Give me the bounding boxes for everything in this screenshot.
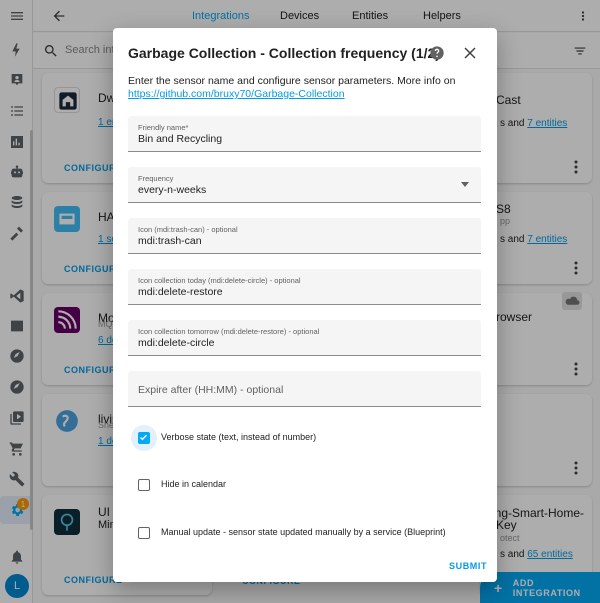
manual-update-checkbox[interactable] [138,527,150,539]
field-label: Icon collection tomorrow (mdi:delete-res… [138,327,320,336]
dropdown-arrow-icon [461,182,469,187]
field-value: mdi:delete-circle [138,337,215,349]
checkbox-label: Verbose state (text, instead of number) [161,432,317,442]
verbose-state-checkbox[interactable] [138,432,150,444]
field-label: Icon (mdi:trash-can) - optional [138,225,238,234]
field-label: Icon collection today (mdi:delete-circle… [138,276,301,285]
hide-in-calendar-row: Hide in calendar [128,473,481,495]
help-icon[interactable] [429,45,445,61]
field-value: mdi:delete-restore [138,286,223,298]
expire-after-field[interactable]: Expire after (HH:MM) - optional [128,371,481,407]
friendly-name-field[interactable]: Friendly name* Bin and Recycling [128,116,481,152]
verbose-state-row: Verbose state (text, instead of number) [128,425,481,451]
docs-link[interactable]: https://github.com/bruxy70/Garbage-Colle… [128,88,345,100]
frequency-select[interactable]: Frequency every-n-weeks [128,167,481,203]
close-icon[interactable] [464,47,476,59]
checkbox-label: Hide in calendar [161,479,227,489]
checkbox-label: Manual update - sensor state updated man… [161,527,446,537]
field-label: Frequency [138,174,174,183]
hide-in-calendar-checkbox[interactable] [138,479,150,491]
config-flow-dialog: Garbage Collection - Collection frequenc… [113,28,497,582]
icon-tomorrow-field[interactable]: Icon collection tomorrow (mdi:delete-res… [128,320,481,356]
field-label: Friendly name* [138,123,189,132]
field-value: mdi:trash-can [138,235,202,247]
icon-today-field[interactable]: Icon collection today (mdi:delete-circle… [128,269,481,305]
field-value: Bin and Recycling [138,133,223,145]
dialog-title: Garbage Collection - Collection frequenc… [128,45,440,61]
submit-button[interactable]: SUBMIT [449,561,487,571]
icon-field[interactable]: Icon (mdi:trash-can) - optional mdi:tras… [128,218,481,254]
manual-update-row: Manual update - sensor state updated man… [128,521,481,543]
dialog-description: Enter the sensor name and configure sens… [128,75,456,87]
field-value: every-n-weeks [138,184,207,196]
field-placeholder: Expire after (HH:MM) - optional [138,384,284,396]
